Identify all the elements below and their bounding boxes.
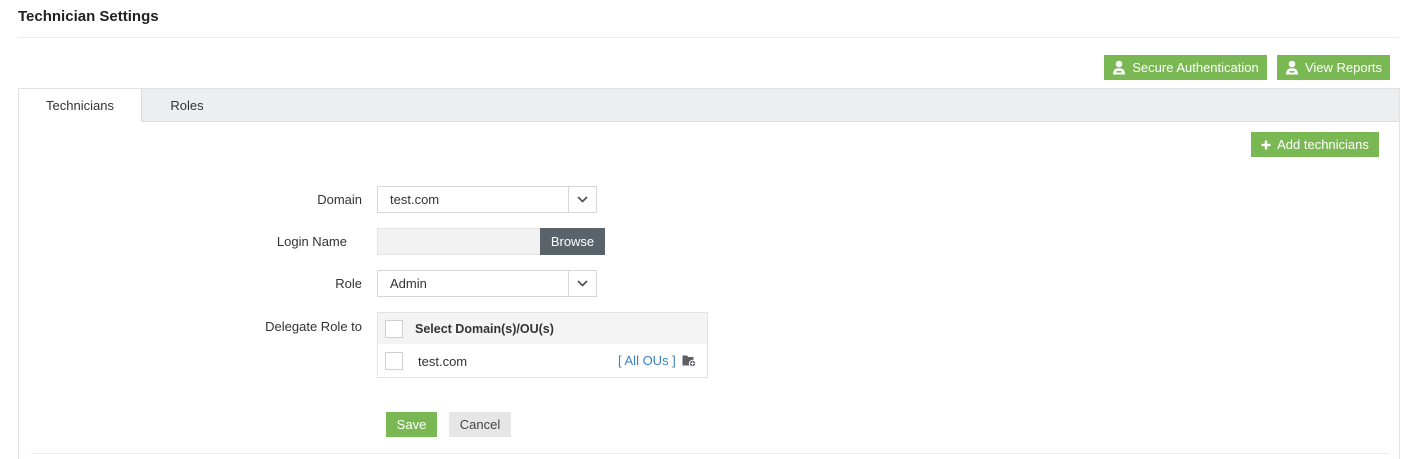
page-title: Technician Settings	[18, 8, 159, 25]
delegate-role-label: Delegate Role to	[265, 319, 362, 334]
secure-authentication-button[interactable]: Secure Authentication	[1104, 55, 1267, 80]
plus-icon	[1261, 140, 1271, 150]
cancel-button[interactable]: Cancel	[449, 412, 511, 437]
technicians-panel: Technicians Roles Add technicians Domain…	[18, 88, 1400, 459]
delegate-domain-list: Select Domain(s)/OU(s) test.com [ All OU…	[377, 312, 708, 378]
domain-label: Domain	[317, 192, 362, 207]
tab-roles-label: Roles	[170, 98, 204, 113]
save-label: Save	[396, 417, 427, 432]
cancel-label: Cancel	[459, 417, 501, 432]
save-button[interactable]: Save	[386, 412, 437, 437]
tab-roles[interactable]: Roles	[142, 89, 232, 122]
browse-button[interactable]: Browse	[540, 228, 605, 255]
tab-bar: Technicians Roles	[19, 89, 1399, 122]
title-divider	[18, 37, 1399, 38]
user-icon	[1285, 60, 1299, 75]
list-item: test.com [ All OUs ]	[378, 344, 707, 378]
user-icon	[1112, 60, 1126, 75]
select-all-checkbox[interactable]	[385, 319, 403, 338]
domain-select-value: test.com	[390, 192, 440, 207]
delegate-header-label: Select Domain(s)/OU(s)	[415, 321, 554, 336]
domain-checkbox[interactable]	[385, 352, 403, 370]
login-name-label: Login Name	[276, 234, 347, 249]
domain-name: test.com	[418, 353, 468, 369]
role-select[interactable]: Admin	[377, 270, 597, 297]
delegate-list-header: Select Domain(s)/OU(s)	[378, 313, 707, 344]
all-ous-link[interactable]: [ All OUs ]	[618, 353, 676, 368]
role-label: Role	[335, 276, 362, 291]
chevron-down-icon	[568, 187, 596, 212]
tab-technicians[interactable]: Technicians	[19, 89, 142, 122]
add-technicians-label: Add technicians	[1277, 137, 1369, 152]
chevron-down-icon	[568, 271, 596, 296]
secure-authentication-label: Secure Authentication	[1132, 60, 1259, 75]
login-name-input[interactable]	[377, 228, 541, 255]
view-reports-button[interactable]: View Reports	[1277, 55, 1390, 80]
add-technicians-button[interactable]: Add technicians	[1251, 132, 1379, 157]
tab-technicians-label: Technicians	[46, 98, 114, 113]
browse-label: Browse	[550, 234, 595, 249]
view-reports-label: View Reports	[1304, 60, 1383, 75]
bottom-divider	[31, 453, 1389, 454]
role-select-value: Admin	[390, 276, 427, 291]
domain-select[interactable]: test.com	[377, 186, 597, 213]
folder-add-icon[interactable]	[682, 354, 697, 370]
